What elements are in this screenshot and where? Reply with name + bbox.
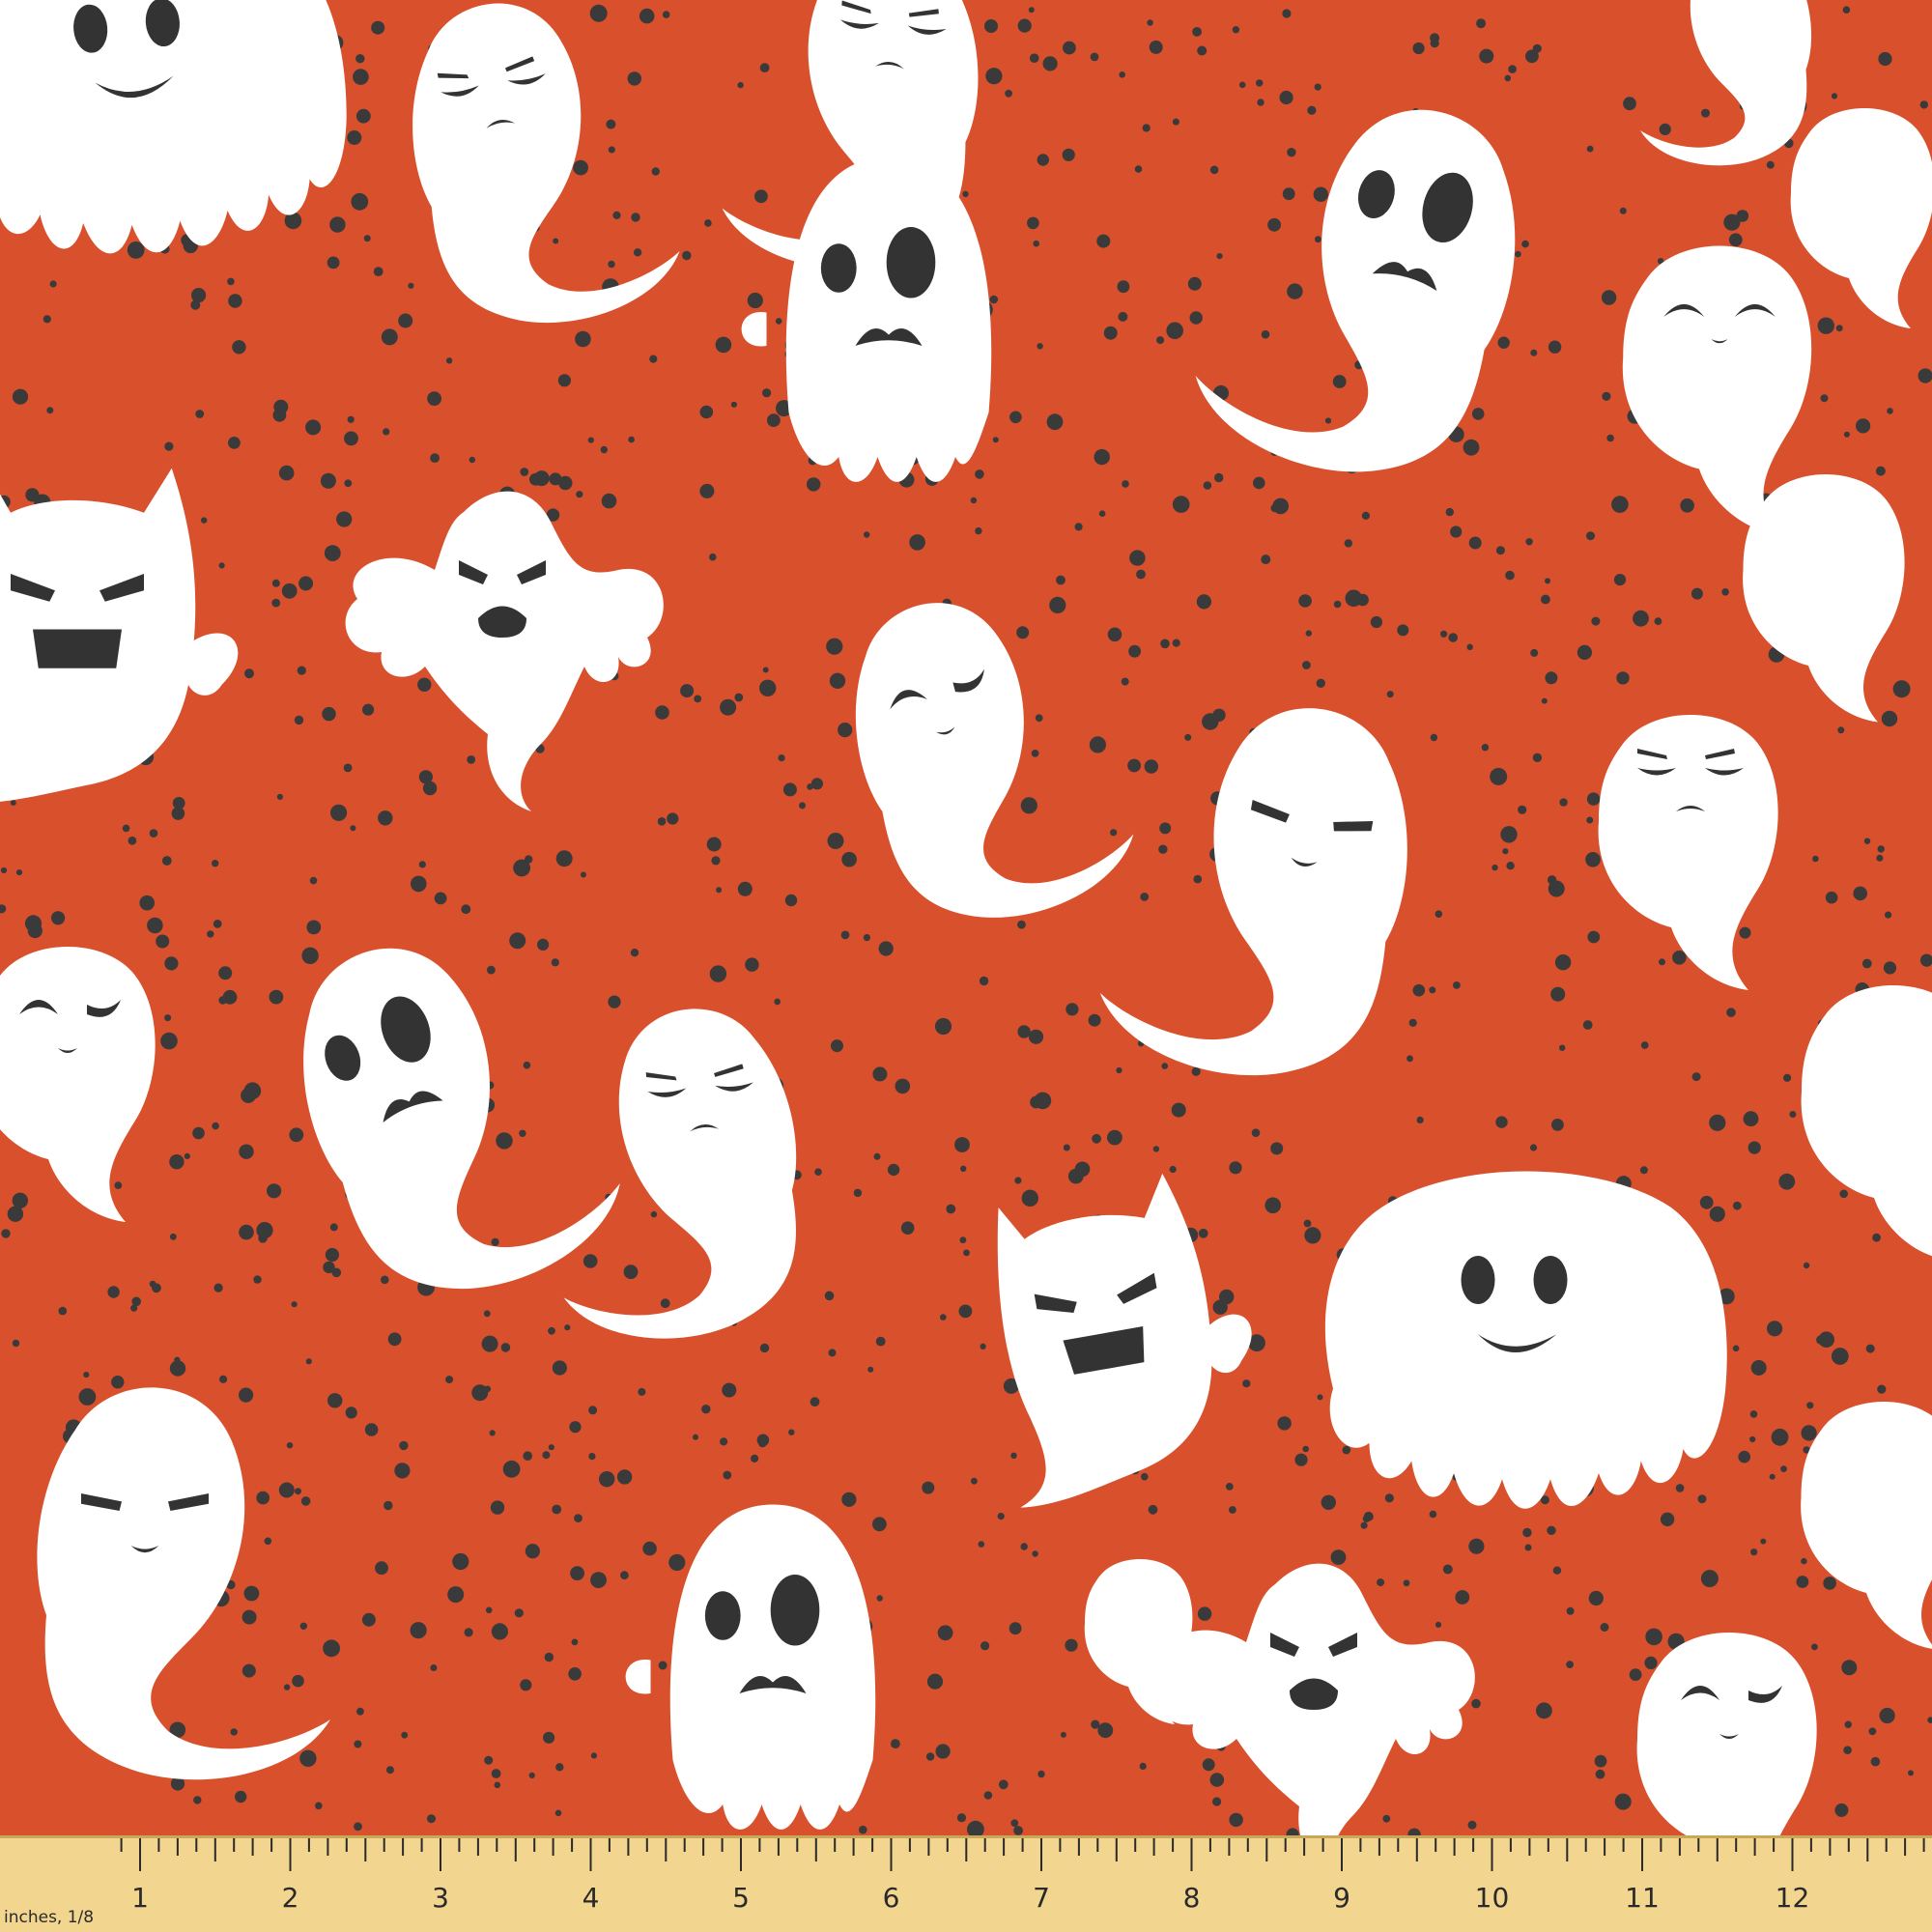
ruler-number: 3 [432, 1882, 449, 1914]
ruler-number: 9 [1333, 1882, 1350, 1914]
ruler-number: 5 [732, 1882, 750, 1914]
ruler-number: 11 [1625, 1882, 1660, 1914]
ruler-number: 1 [131, 1882, 149, 1914]
ruler-number: 12 [1776, 1882, 1810, 1914]
ruler-number: 10 [1475, 1882, 1510, 1914]
ghost-fabric-pattern [0, 0, 1932, 1932]
ruler-number: 2 [282, 1882, 299, 1914]
ruler-number: 4 [582, 1882, 600, 1914]
ruler-number: 6 [883, 1882, 900, 1914]
ruler-number: 8 [1183, 1882, 1201, 1914]
measuring-ruler: 1234567891011121 inches, 1/8 [0, 1835, 1932, 1932]
ruler-unit-label: inches, 1/8 [4, 1908, 94, 1927]
ruler-edge [0, 1835, 1932, 1838]
ruler-number: 7 [1033, 1882, 1050, 1914]
